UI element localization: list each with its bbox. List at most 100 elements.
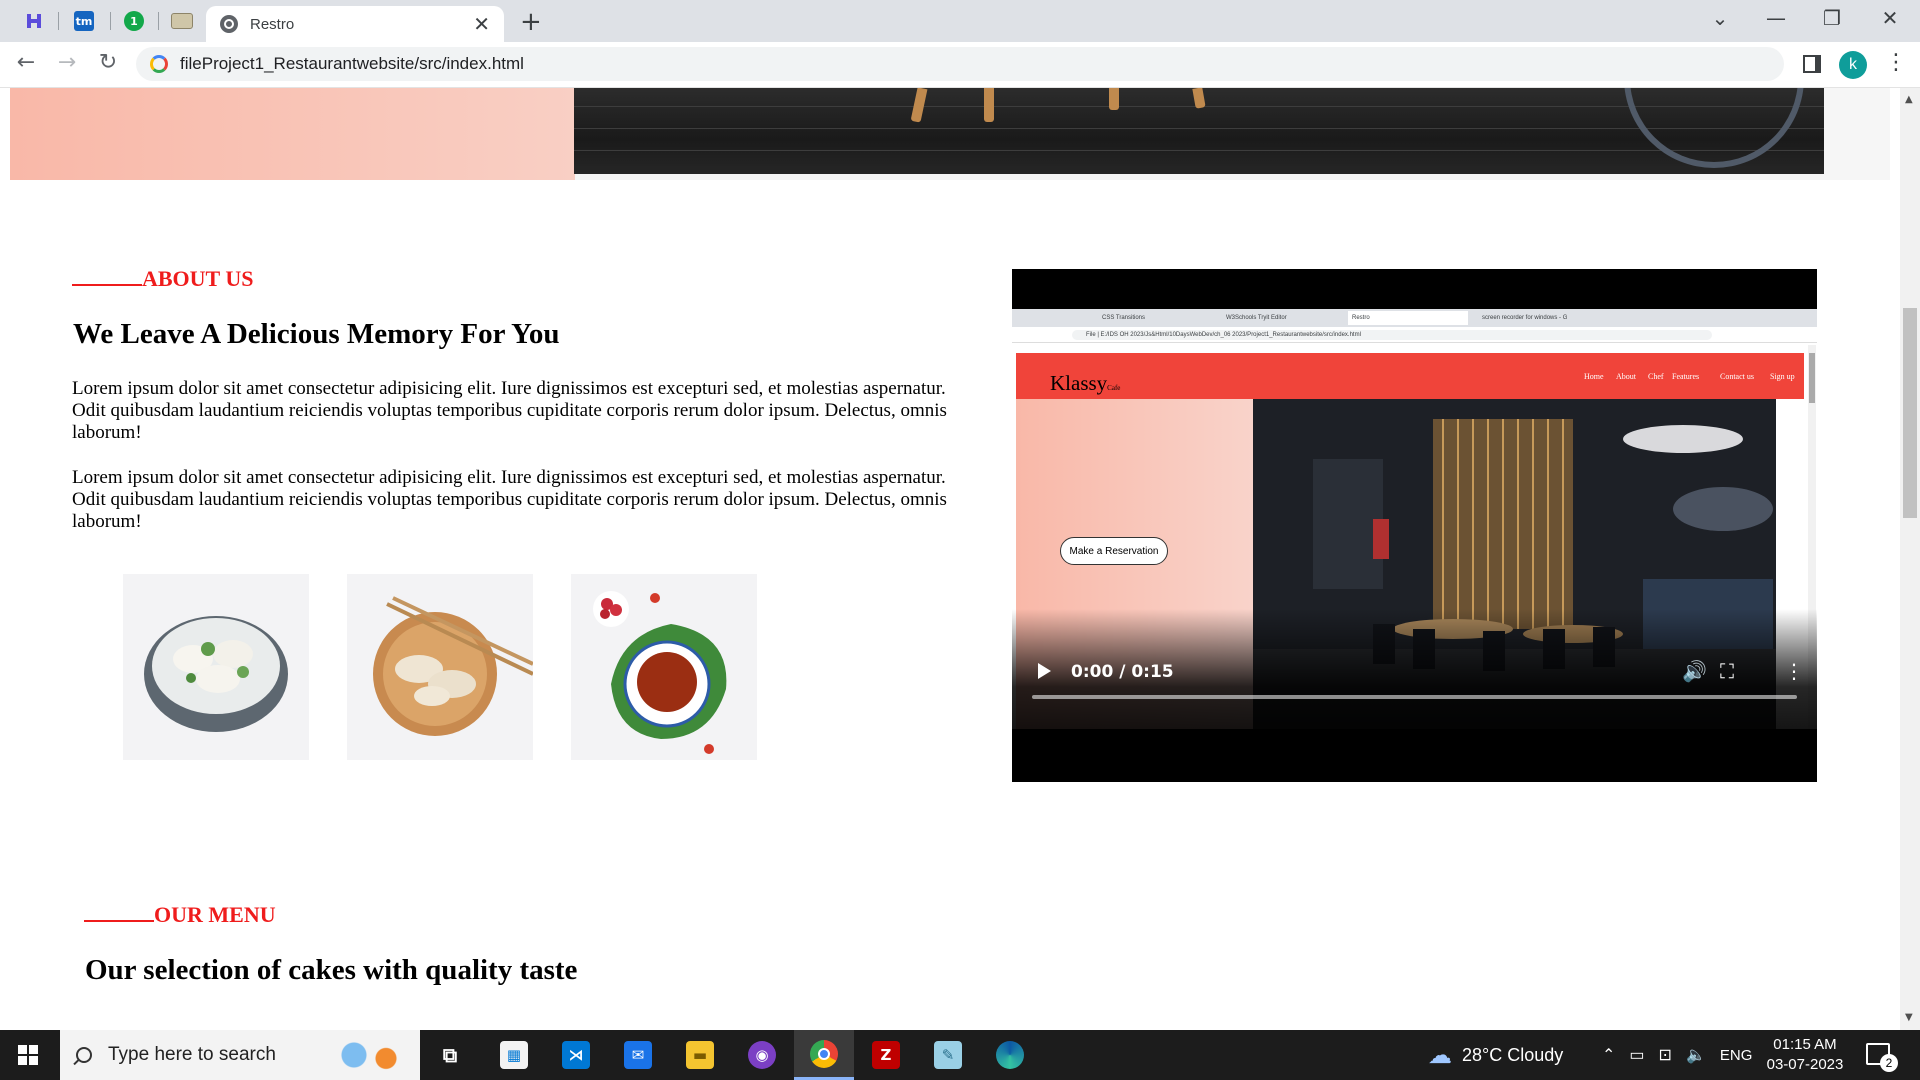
tea-cup-image: [571, 574, 757, 760]
tab-search-chevron-icon[interactable]: ⌄: [1700, 6, 1740, 30]
browser-menu-icon[interactable]: ⋮: [1885, 50, 1907, 75]
clock-time: 01:15 AM: [1773, 1036, 1837, 1053]
video-controls: 0:00 / 0:15 🔊 ⛶ ⋮: [1012, 655, 1817, 695]
video-tab-label: W3Schools Tryit Editor: [1226, 315, 1287, 321]
maximize-button[interactable]: ❐: [1812, 6, 1852, 30]
close-window-button[interactable]: ✕: [1870, 6, 1910, 30]
menu-heading: Our selection of cakes with quality tast…: [85, 954, 578, 986]
hackerrank-icon: [24, 11, 44, 31]
about-section-tag: ABOUT US: [72, 266, 253, 292]
video-progress-bar[interactable]: [1032, 695, 1797, 699]
taskbar-search[interactable]: Type here to search: [60, 1030, 420, 1080]
fullscreen-icon[interactable]: ⛶: [1720, 659, 1734, 683]
windows-taskbar: Type here to search ⧉ ▦ ⋊ ✉ ▬ ◉ Z ✎ ☁ 28…: [0, 1030, 1920, 1080]
notification-count-badge: 2: [1880, 1054, 1898, 1072]
address-bar[interactable]: fileProject1_Restaurantwebsite/src/index…: [136, 47, 1784, 81]
video-player[interactable]: CSS Transitions W3Schools Tryit Editor R…: [1012, 269, 1817, 782]
video-reservation-button: Make a Reservation: [1060, 537, 1168, 565]
browser-tab-strip: tm 1 Restro ✕ + ⌄ — ❐ ✕: [0, 0, 1920, 42]
minimize-button[interactable]: —: [1756, 6, 1796, 30]
new-tab-button[interactable]: +: [520, 7, 542, 37]
video-menu-item: Home: [1584, 372, 1604, 381]
video-menu-item: Sign up: [1770, 372, 1795, 381]
menu-section-tag: OUR MENU: [84, 902, 276, 928]
windows-start-icon[interactable]: [18, 1045, 38, 1065]
speaker-icon[interactable]: 🔈: [1686, 1045, 1706, 1065]
dumpling-bowl-image: [123, 574, 309, 760]
notepad-icon[interactable]: ✎: [918, 1030, 978, 1080]
video-more-icon[interactable]: ⋮: [1784, 659, 1804, 683]
pinned-tab-hackerrank[interactable]: [12, 6, 56, 36]
hero-pink-panel: [10, 88, 575, 180]
css-icon: [171, 13, 193, 29]
google-icon: [150, 55, 168, 73]
pinned-tab-css[interactable]: [160, 6, 204, 36]
scroll-down-arrow-icon[interactable]: ▼: [1905, 1012, 1913, 1023]
globe-icon: [220, 15, 238, 33]
clock-date: 03-07-2023: [1766, 1056, 1844, 1073]
tab-separator: [158, 12, 159, 30]
edge-icon[interactable]: [980, 1030, 1040, 1080]
video-tab-label: screen recorder for windows - G: [1482, 315, 1568, 321]
network-icon[interactable]: ⊡: [1659, 1045, 1672, 1065]
microsoft-store-icon[interactable]: ▦: [484, 1030, 544, 1080]
side-panel-icon[interactable]: [1803, 55, 1821, 73]
search-placeholder: Type here to search: [108, 1044, 276, 1065]
mail-icon[interactable]: ✉: [608, 1030, 668, 1080]
video-menu-item: Features: [1672, 372, 1700, 381]
pinned-tab-one[interactable]: 1: [112, 6, 156, 36]
scroll-up-arrow-icon[interactable]: ▲: [1905, 94, 1913, 105]
video-site-navbar: KlassyCafe Home About Chef Features Cont…: [1016, 353, 1804, 399]
browser-toolbar: ← → ↻ fileProject1_Restaurantwebsite/src…: [0, 42, 1920, 88]
weather-widget[interactable]: ☁ 28°C Cloudy: [1428, 1030, 1563, 1080]
page-viewport: ABOUT US We Leave A Delicious Memory For…: [0, 88, 1900, 1030]
tab-separator: [110, 12, 111, 30]
about-paragraph-2: Lorem ipsum dolor sit amet consectetur a…: [72, 467, 947, 532]
search-icon: [76, 1047, 92, 1063]
video-brand-suffix: Cafe: [1107, 384, 1121, 392]
about-tag-text: ABOUT US: [142, 266, 254, 291]
tab-separator: [58, 12, 59, 30]
video-menu-item: About: [1616, 372, 1636, 381]
weather-text: 28°C Cloudy: [1462, 1044, 1564, 1065]
hero-restaurant-image: [574, 88, 1824, 174]
task-view-icon[interactable]: ⧉: [420, 1030, 480, 1080]
search-highlight-art-icon: [330, 1038, 410, 1072]
back-arrow-icon[interactable]: ←: [10, 50, 42, 75]
profile-avatar[interactable]: k: [1839, 51, 1867, 79]
tm-icon: tm: [74, 11, 94, 31]
video-brand-name: Klassy: [1050, 371, 1108, 395]
video-brand: KlassyCafe: [1050, 371, 1120, 396]
tab-restro[interactable]: Restro ✕: [206, 6, 504, 42]
tray-chevron-icon[interactable]: ⌃: [1602, 1045, 1615, 1065]
video-browser-tabs: CSS Transitions W3Schools Tryit Editor R…: [1012, 309, 1817, 327]
vscode-icon[interactable]: ⋊: [546, 1030, 606, 1080]
file-explorer-icon[interactable]: ▬: [670, 1030, 730, 1080]
video-tab-label: CSS Transitions: [1102, 315, 1146, 321]
url-text: fileProject1_Restaurantwebsite/src/index…: [180, 54, 524, 73]
close-tab-icon[interactable]: ✕: [473, 12, 490, 36]
tab-title: Restro: [250, 15, 295, 33]
language-indicator[interactable]: ENG: [1720, 1047, 1753, 1064]
reload-icon[interactable]: ↻: [92, 50, 124, 75]
video-menu-item: Contact us: [1720, 372, 1754, 381]
menu-tag-text: OUR MENU: [154, 902, 276, 927]
page-scroll-thumb[interactable]: [1903, 308, 1917, 518]
forward-arrow-icon[interactable]: →: [51, 50, 83, 75]
play-icon[interactable]: [1038, 663, 1051, 679]
video-time: 0:00 / 0:15: [1071, 662, 1174, 682]
chrome-icon[interactable]: [794, 1030, 854, 1080]
cloud-icon: ☁: [1428, 1041, 1452, 1069]
battery-icon[interactable]: ▭: [1629, 1045, 1644, 1065]
taskbar-clock[interactable]: 01:15 AM 03-07-2023: [1760, 1035, 1850, 1075]
dumplings-chopsticks-image: [347, 574, 533, 760]
one-icon: 1: [124, 11, 144, 31]
video-url-text: File | E:/IDS OH 2023/Js&Html/10DaysWebD…: [1072, 330, 1712, 340]
system-tray: ⌃ ▭ ⊡ 🔈 ENG: [1602, 1030, 1752, 1080]
about-heading: We Leave A Delicious Memory For You: [73, 318, 560, 350]
volume-icon[interactable]: 🔊: [1682, 659, 1707, 683]
github-desktop-icon[interactable]: ◉: [732, 1030, 792, 1080]
pinned-tab-tm[interactable]: tm: [62, 6, 106, 36]
page-scrollbar[interactable]: [1900, 88, 1920, 1030]
filezilla-icon[interactable]: Z: [856, 1030, 916, 1080]
